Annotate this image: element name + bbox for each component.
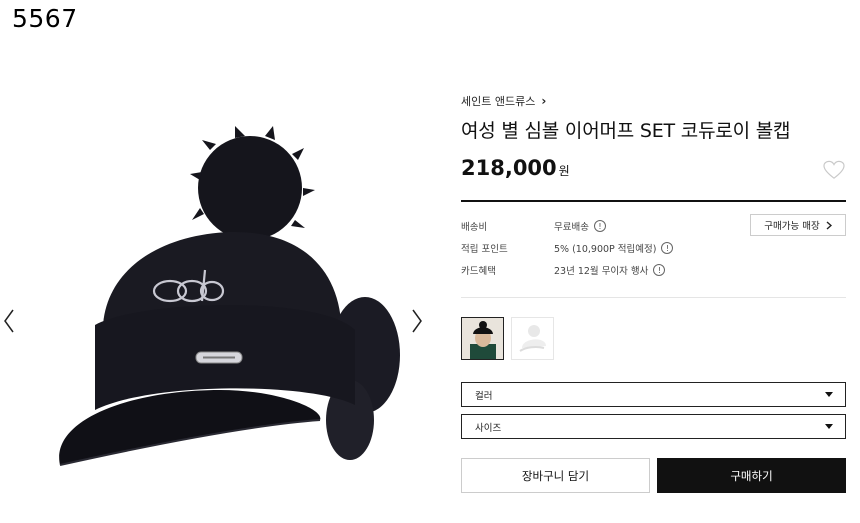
points-label: 적립 포인트	[461, 244, 508, 255]
product-id: 5567	[12, 4, 78, 33]
add-to-cart-button[interactable]: 장바구니 담기	[461, 458, 650, 493]
chevron-right-icon	[826, 220, 832, 230]
info-icon[interactable]: !	[593, 220, 606, 232]
product-gallery	[0, 110, 440, 520]
chevron-left-icon[interactable]	[0, 306, 18, 336]
divider	[461, 200, 846, 202]
caret-down-icon	[825, 392, 833, 397]
product-price: 218,000	[461, 156, 557, 180]
card-value: 23년 12월 무이자 행사	[554, 266, 649, 277]
color-thumbnail-black[interactable]	[461, 317, 504, 360]
card-label: 카드혜택	[461, 266, 496, 277]
product-info-panel: 세인트 앤드류스 › 여성 별 심볼 이어머프 SET 코듀로이 볼캡 218,…	[461, 0, 846, 523]
brand-link[interactable]: 세인트 앤드류스 ›	[461, 93, 546, 109]
info-icon[interactable]: !	[661, 242, 674, 254]
size-select[interactable]: 사이즈	[461, 414, 846, 439]
size-select-label: 사이즈	[475, 422, 502, 434]
chevron-right-icon[interactable]	[408, 306, 426, 336]
available-stores-button[interactable]: 구매가능 매장	[750, 214, 846, 236]
price-row: 218,000 원	[461, 156, 570, 180]
color-select-label: 컬러	[475, 390, 493, 402]
divider	[461, 297, 846, 298]
product-title: 여성 별 심볼 이어머프 SET 코듀로이 볼캡	[461, 120, 791, 142]
shipping-label: 배송비	[461, 222, 488, 233]
brand-name: 세인트 앤드류스	[461, 95, 536, 108]
product-image	[59, 126, 400, 466]
color-thumbnail-white[interactable]	[511, 317, 554, 360]
heart-icon[interactable]	[823, 160, 845, 180]
currency-unit: 원	[558, 164, 570, 178]
shipping-value: 무료배송	[554, 222, 589, 233]
caret-down-icon	[825, 424, 833, 429]
buy-now-button[interactable]: 구매하기	[657, 458, 846, 493]
points-value: 5% (10,900P 적립예정)	[554, 244, 657, 255]
info-icon[interactable]: !	[653, 264, 666, 276]
store-button-label: 구매가능 매장	[764, 221, 820, 232]
chevron-right-icon: ›	[541, 94, 547, 108]
color-select[interactable]: 컬러	[461, 382, 846, 407]
